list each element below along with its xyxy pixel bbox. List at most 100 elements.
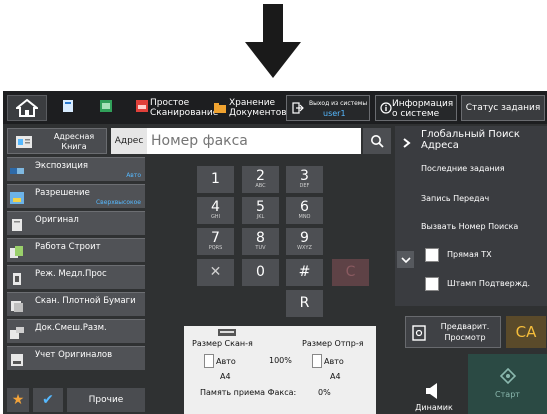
key-hash-label: # (298, 264, 311, 280)
verify-stamp-label: Штамп Подтвержд. (447, 279, 531, 288)
key-redial[interactable]: R (286, 290, 323, 317)
scroll-down-button[interactable] (397, 251, 414, 268)
key-1[interactable]: 1 (197, 166, 234, 193)
address-book-icon (16, 136, 32, 148)
key-redial-label: R (299, 295, 310, 311)
menu-exposure-label: Экспозиция (35, 161, 88, 171)
key-9-label: 9 (300, 230, 309, 246)
scan-mode-value: Авто (216, 357, 236, 366)
star-icon: ★ (11, 392, 25, 408)
key-0[interactable]: 0 (242, 259, 279, 286)
key-2-letters: ABC (255, 183, 266, 189)
tab-document-storage[interactable]: Хранение Документов (229, 98, 287, 118)
preview-button[interactable]: Предварит. Просмотр (405, 316, 501, 348)
simple-scan-icon[interactable] (135, 99, 149, 113)
down-arrow-icon (245, 4, 301, 78)
send-document-icon (312, 354, 322, 368)
send-paper-value: A4 (330, 372, 341, 381)
logout-label: Выход из системы (309, 100, 368, 107)
key-8-label: 8 (256, 230, 265, 246)
recent-jobs[interactable]: Последние задания (421, 164, 547, 173)
key-9[interactable]: 9 WXYZ (286, 228, 323, 255)
favorite-button[interactable]: ★ (7, 388, 29, 412)
speaker-label: Динамик (415, 403, 453, 412)
start-label: Старт (495, 390, 520, 399)
original-count-icon (11, 354, 23, 366)
system-info-button[interactable]: Информация о системе (375, 95, 457, 121)
global-address-search[interactable]: Глобальный Поиск Адреса (421, 129, 547, 151)
key-5[interactable]: 5 JKL (242, 197, 279, 224)
key-5-letters: JKL (256, 214, 265, 220)
home-button[interactable] (7, 95, 47, 121)
job-status-button[interactable]: Статус задания (461, 95, 545, 121)
scan-info-panel: Размер Скан-я Размер Отпр-я 100% Авто A4… (184, 326, 376, 414)
fax-number-input[interactable] (147, 128, 361, 154)
top-bar: Простое Сканирование Хранение Документов… (3, 91, 547, 124)
chevron-down-icon (400, 256, 411, 263)
key-6[interactable]: 6 MNO (286, 197, 323, 224)
key-6-letters: MNO (298, 214, 311, 220)
checkmark-icon: ✔ (42, 392, 54, 408)
key-7[interactable]: 7 PQRS (197, 228, 234, 255)
key-9-letters: WXYZ (297, 245, 312, 251)
key-4[interactable]: 4 GHI (197, 197, 234, 224)
speaker-button[interactable]: Динамик (405, 382, 463, 414)
key-clear-label: C (345, 264, 356, 280)
address-label: Адрес (111, 128, 147, 154)
menu-original-label: Оригинал (35, 215, 79, 225)
menu-job-build[interactable]: Работа Строит (7, 238, 145, 262)
menu-original-count-label: Учет Оригиналов (35, 350, 113, 360)
menu-mixed-size[interactable]: Док.Смеш.Разм. (7, 319, 145, 343)
menu-thick-paper-label: Скан. Плотной Бумаги (35, 296, 136, 306)
fax-screen: Простое Сканирование Хранение Документов… (3, 91, 547, 414)
menu-slow-scan[interactable]: Реж. Медл.Проc (7, 265, 145, 289)
send-size-label: Размер Отпр-я (302, 339, 364, 348)
menu-thick-paper[interactable]: Скан. Плотной Бумаги (7, 292, 145, 316)
home-icon (16, 99, 38, 117)
chevron-right-icon[interactable] (403, 138, 411, 148)
key-2-label: 2 (256, 168, 265, 184)
fax-memory-value: 0% (318, 388, 331, 397)
fax-memory-label: Память приема Факса: (200, 388, 297, 397)
email-mode-icon[interactable] (99, 99, 113, 113)
direct-tx-checkbox[interactable] (425, 248, 439, 262)
key-4-letters: GHI (210, 214, 221, 220)
address-book-button[interactable]: Адресная Книга (7, 128, 107, 154)
key-5-label: 5 (256, 199, 265, 215)
folder-icon (214, 103, 226, 113)
key-6-label: 6 (300, 199, 309, 215)
menu-resolution-label: Разрешение (35, 188, 90, 198)
direct-tx-label: Прямая ТХ (447, 250, 492, 259)
key-star[interactable]: ✕ (197, 259, 234, 286)
user-name: user1 (323, 109, 346, 118)
check-button[interactable]: ✔ (33, 388, 63, 412)
menu-resolution[interactable]: Разрешение Сверхвысокое (7, 184, 145, 208)
numeric-keypad: 1 2 ABC 3 DEF 4 GHI 5 JKL 6 MNO 7 PQRS 8 TUV 9W… (184, 160, 376, 325)
search-button[interactable] (363, 128, 391, 154)
key-3[interactable]: 3 DEF (286, 166, 323, 193)
key-2[interactable]: 2 ABC (242, 166, 279, 193)
key-star-label: ✕ (209, 264, 222, 280)
start-button[interactable]: Старт (468, 354, 547, 414)
call-search-number[interactable]: Вызвать Номер Поиска (421, 222, 547, 231)
key-hash[interactable]: # (286, 259, 323, 286)
exposure-icon (10, 168, 24, 174)
menu-original-count[interactable]: Учет Оригиналов (7, 346, 145, 370)
resolution-icon (10, 192, 24, 204)
key-8[interactable]: 8 TUV (242, 228, 279, 255)
copy-mode-icon[interactable] (61, 99, 75, 113)
key-clear[interactable]: C (332, 259, 369, 286)
transmission-record[interactable]: Запись Передач (421, 194, 547, 203)
other-button[interactable]: Прочие (67, 388, 145, 412)
start-icon (500, 368, 516, 384)
tab-simple-scan[interactable]: Простое Сканирование (150, 98, 218, 118)
search-icon (371, 135, 384, 148)
menu-original[interactable]: Оригинал (7, 211, 145, 235)
key-3-letters: DEF (299, 183, 310, 189)
address-row: Адресная Книга Адрес (3, 128, 393, 156)
menu-exposure[interactable]: Экспозиция Авто (7, 157, 145, 181)
key-0-label: 0 (256, 264, 265, 280)
verify-stamp-checkbox[interactable] (425, 277, 439, 291)
clear-all-button[interactable]: CA (506, 316, 546, 348)
logout-button[interactable]: Выход из системы user1 (286, 95, 370, 121)
